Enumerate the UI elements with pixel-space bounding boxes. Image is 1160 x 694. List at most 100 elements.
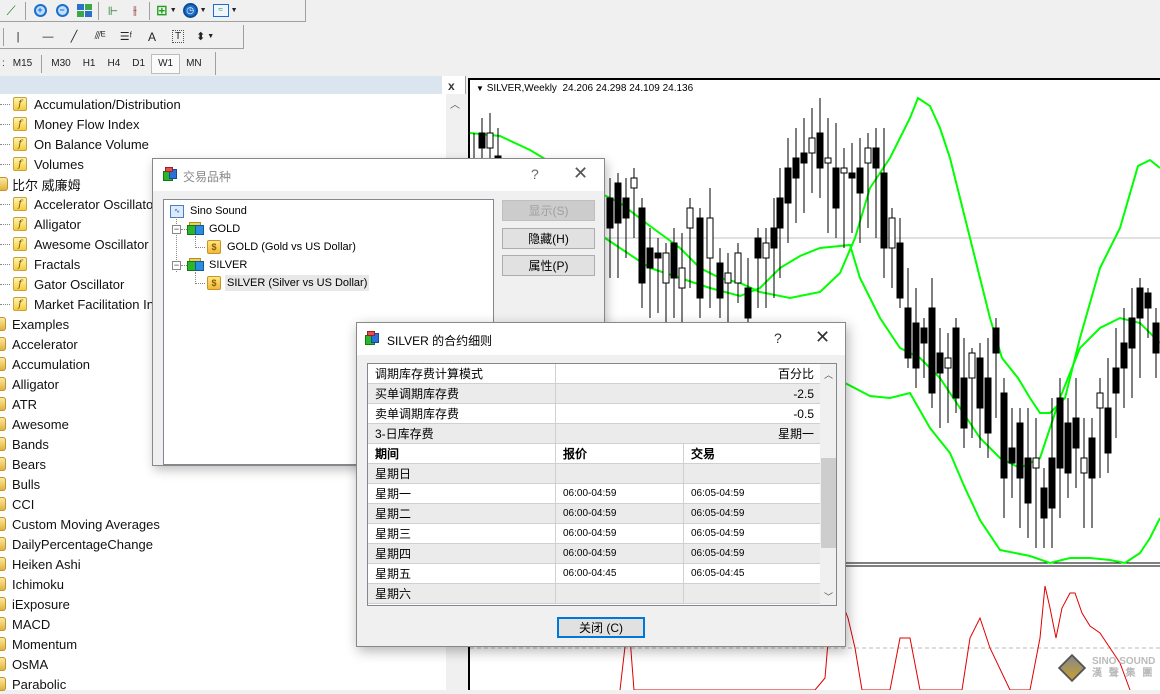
tree-group-gold[interactable]: − GOLD [172,220,240,238]
timeframe-h1[interactable]: H1 [77,54,102,74]
candle-bearish [606,197,614,229]
timeframe-h4[interactable]: H4 [101,54,126,74]
navigator-item[interactable]: f Fractals [0,254,80,274]
session-row[interactable]: 星期日 [368,464,820,484]
session-row[interactable]: 星期六 [368,584,820,604]
property-row[interactable]: 卖单调期库存费 -0.5 [368,404,820,424]
navigator-item[interactable]: iExposure [0,594,70,614]
navigator-item[interactable]: f Accumulation/Distribution [0,94,181,114]
vertical-line-button[interactable]: | [7,27,29,47]
navigator-item[interactable]: f Market Facilitation Index [0,294,175,314]
navigator-close-icon[interactable]: x [448,79,455,93]
dialog-titlebar[interactable]: SILVER 的合约细则 ? ✕ [357,323,845,355]
timeframe-m15[interactable]: M15 [7,54,38,74]
spec-grid[interactable]: 调期库存费计算模式 百分比 买单调期库存费 -2.5 卖单调期库存费 -0.5 3-日库存费… [367,363,837,606]
tile-windows-button[interactable] [73,1,95,21]
chevron-down-icon: ▼ [207,33,215,40]
navigator-item[interactable]: 比尔 威廉姆 [0,174,81,194]
navigator-item[interactable]: Bulls [0,474,40,494]
navigator-item[interactable]: Alligator [0,374,59,394]
chart-menu-icon[interactable]: ▼ [476,84,484,93]
navigator-item[interactable]: f Awesome Oscillator [0,234,149,254]
auto-scroll-button[interactable]: ⊩ [102,1,124,21]
indicator-icon: f [13,297,27,311]
text-button[interactable]: A [141,27,163,47]
close-icon[interactable]: ✕ [573,163,588,184]
collapse-icon[interactable]: − [172,260,181,270]
timeframe-m30[interactable]: M30 [45,54,76,74]
scroll-up-icon[interactable]: ︿ [824,368,833,381]
navigator-item[interactable]: Accelerator [0,334,78,354]
navigator-item[interactable]: Momentum [0,634,77,654]
dialog-titlebar[interactable]: 交易品种 ? ✕ [153,159,604,191]
navigator-item[interactable]: f Alligator [0,214,81,234]
horizontal-line-button[interactable]: — [37,27,59,47]
properties-button[interactable]: 属性(P) [502,255,595,276]
tree-group-silver[interactable]: − SILVER [172,256,247,274]
collapse-icon[interactable]: − [172,224,181,234]
line-chart-button[interactable]: ⟋ [0,1,22,21]
help-button[interactable]: ? [531,166,539,182]
arrows-button[interactable]: ⬍ ▼ [193,27,217,47]
navigator-item[interactable]: Custom Moving Averages [0,514,160,534]
tree-symbol-gold[interactable]: $ GOLD (Gold vs US Dollar) [195,238,356,256]
navigator-item[interactable]: f Gator Oscillator [0,274,124,294]
navigator-item[interactable]: ATR [0,394,37,414]
session-row[interactable]: 星期一 06:00-04:59 06:05-04:59 [368,484,820,504]
close-icon[interactable]: ✕ [815,327,830,348]
session-row[interactable]: 星期五 06:00-04:45 06:05-04:45 [368,564,820,584]
timeframe-w1[interactable]: W1 [151,53,181,74]
navigator-item[interactable]: Awesome [0,414,69,434]
navigator-item[interactable]: DailyPercentageChange [0,534,153,554]
hide-button[interactable]: 隐藏(H) [502,228,595,249]
fibonacci-button[interactable]: ☰ᶠ [115,27,137,47]
chart-shift-button[interactable]: ⫲ [124,1,146,21]
property-row[interactable]: 调期库存费计算模式 百分比 [368,364,820,384]
text-label-button[interactable]: T [167,27,189,47]
navigator-item[interactable]: f On Balance Volume [0,134,149,154]
timeframe-partial[interactable]: : [0,54,7,74]
navigator-item[interactable]: Bears [0,454,46,474]
periods-button[interactable]: ◷ ▼ [180,1,210,21]
session-row[interactable]: 星期四 06:00-04:59 06:05-04:59 [368,544,820,564]
navigator-item[interactable]: OsMA [0,654,48,674]
scroll-up-icon[interactable]: ︿ [450,96,460,111]
candle-bullish [686,207,694,229]
zoom-out-button[interactable]: − [51,1,73,21]
templates-button[interactable]: ≈ ▼ [210,1,241,21]
scrollbar-thumb[interactable] [821,458,836,548]
indicator-icon: f [13,237,27,251]
zoom-in-button[interactable]: + [29,1,51,21]
show-button[interactable]: 显示(S) [502,200,595,221]
session-row[interactable]: 星期二 06:00-04:59 06:05-04:59 [368,504,820,524]
help-button[interactable]: ? [774,330,782,346]
navigator-item[interactable]: f Accelerator Oscillator [0,194,158,214]
timeframe-mn[interactable]: MN [180,54,208,74]
navigator-item[interactable]: f Volumes [0,154,84,174]
symbol-label: GOLD (Gold vs US Dollar) [227,241,356,253]
navigator-item[interactable]: MACD [0,614,50,634]
server-icon: ∿ [170,204,184,218]
property-row[interactable]: 买单调期库存费 -2.5 [368,384,820,404]
candle-bullish [1032,457,1040,469]
navigator-item[interactable]: CCI [0,494,34,514]
trendline-button[interactable]: ╱ [63,27,85,47]
tree-symbol-silver[interactable]: $ SILVER (Silver vs US Dollar) [195,274,370,292]
equidistant-channel-button[interactable]: ⫻ᴱ [89,27,111,47]
session-row[interactable]: 星期三 06:00-04:59 06:05-04:59 [368,524,820,544]
grid-scrollbar[interactable]: ︿ ﹀ [820,364,836,605]
navigator-item[interactable]: Ichimoku [0,574,64,594]
navigator-item[interactable]: Accumulation [0,354,90,374]
property-row[interactable]: 3-日库存费 星期一 [368,424,820,444]
tree-root[interactable]: ∿ Sino Sound [170,202,247,220]
navigator-item[interactable]: Examples [0,314,69,334]
navigator-item[interactable]: Bands [0,434,49,454]
navigator-item[interactable]: Heiken Ashi [0,554,81,574]
scroll-down-icon[interactable]: ﹀ [824,590,833,603]
close-dialog-button[interactable]: 关闭 (C) [557,617,645,638]
navigator-item[interactable]: f Money Flow Index [0,114,140,134]
candle-bearish [1088,437,1096,479]
timeframe-d1[interactable]: D1 [126,54,151,74]
navigator-item[interactable]: Parabolic [0,674,66,694]
indicators-button[interactable]: ⊞ ▼ [153,1,180,21]
